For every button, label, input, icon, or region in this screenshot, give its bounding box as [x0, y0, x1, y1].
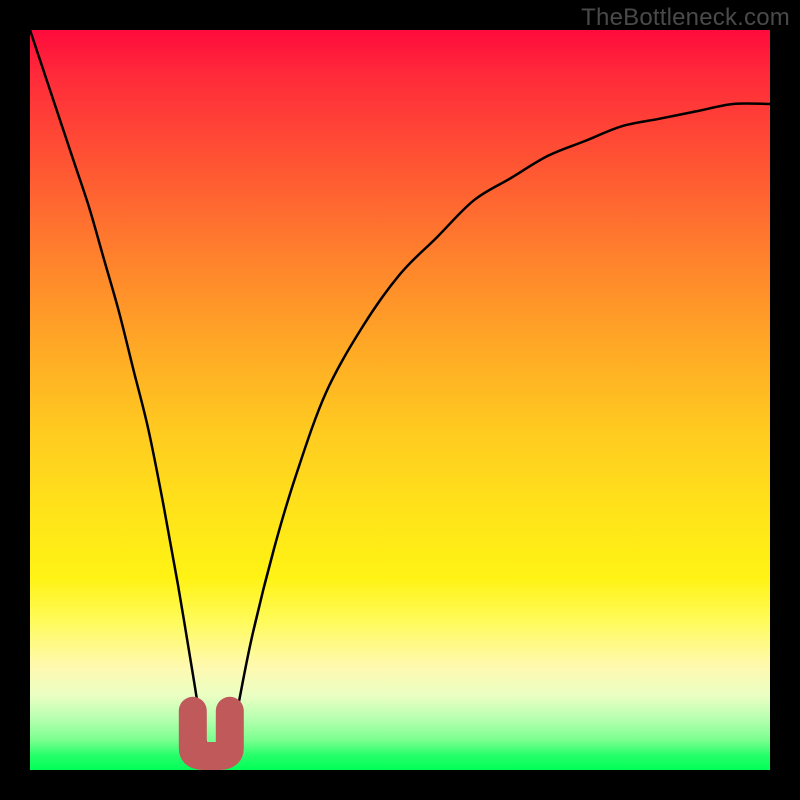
plot-area	[30, 30, 770, 770]
chart-svg	[30, 30, 770, 770]
chart-frame: TheBottleneck.com	[0, 0, 800, 800]
bottleneck-curve	[30, 30, 770, 764]
minimum-marker	[193, 711, 230, 756]
watermark-text: TheBottleneck.com	[581, 4, 790, 32]
